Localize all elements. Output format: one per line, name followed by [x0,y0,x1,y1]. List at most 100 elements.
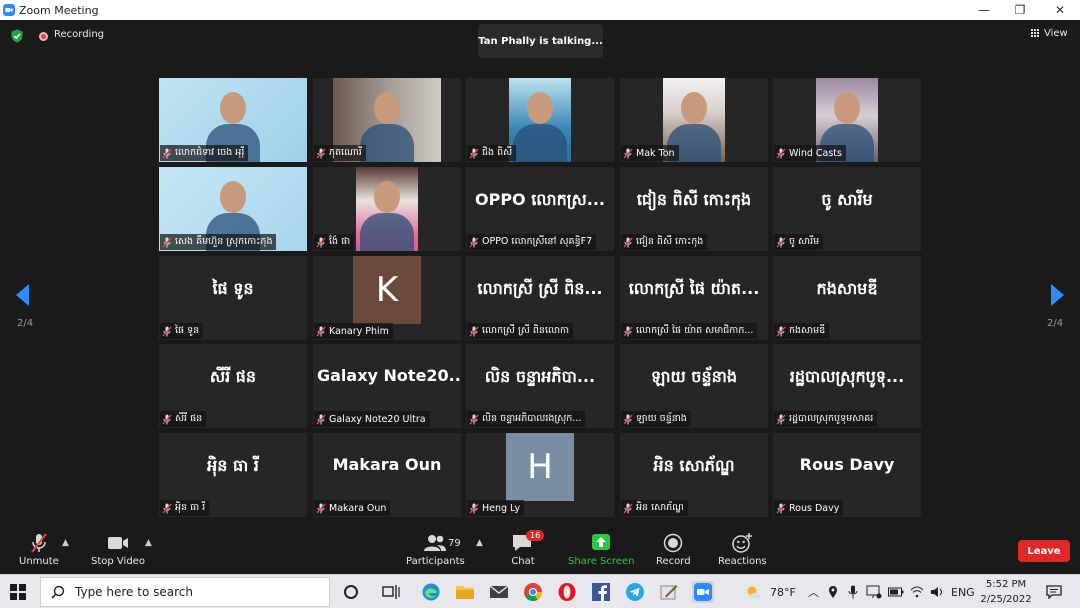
participant-tile[interactable]: Wind Casts [773,78,921,162]
participant-tile[interactable]: Rous Davy Rous Davy [773,433,921,517]
participant-tile[interactable]: ភុតណេារី [313,78,461,162]
zoom-app-icon[interactable] [692,581,714,603]
windows-start-icon[interactable] [10,584,26,600]
edge-browser-icon[interactable] [420,581,442,603]
participant-name-tag: ចូ សារីម [774,234,824,250]
telegram-icon[interactable] [624,581,646,603]
participants-options-chevron-icon[interactable]: ▲ [476,538,483,548]
facebook-icon[interactable] [590,581,612,603]
restore-button[interactable]: ❐ [1000,0,1040,20]
participant-tile[interactable]: Mak Ton [620,78,768,162]
opera-icon[interactable] [556,581,578,603]
participant-name-label: រដ្ឋបាលស្រុកបូទុមសាគរ [789,413,874,424]
minimize-button[interactable]: — [964,0,1004,20]
next-page-arrow-icon[interactable] [1050,284,1064,306]
participant-tile[interactable]: Galaxy Note20... Galaxy Note20 Ultra [313,344,461,428]
participant-tile[interactable]: អុិន ធា រី អុិន ធា រី [159,433,307,517]
participant-tile[interactable]: កងសាមឌី កងសាមឌី [773,256,921,340]
unmute-button[interactable]: Unmute [19,532,59,567]
share-screen-label: Share Screen [568,556,635,567]
muted-microphone-icon [316,326,326,336]
title-bar: Zoom Meeting — ❐ ✕ [0,0,1080,20]
show-hidden-icons-chevron-icon[interactable]: ︿ [808,575,819,608]
participant-name-tag: សីរី ផន [160,411,207,427]
volume-icon[interactable] [930,575,944,608]
participant-display-name: ជៀន ពិសី កោះកុង [636,190,752,209]
participant-display-name: អុិន ធា រី [207,456,259,475]
muted-microphone-icon [162,503,172,513]
participant-name-tag: អិន សោភ័ណ្ឌ [621,500,688,516]
participant-tile[interactable]: សីរី ផន សីរី ផន [159,344,307,428]
meeting-toolbar: Unmute ▲ Stop Video ▲ Participants 79 ▲ [0,528,1080,574]
muted-microphone-icon [623,326,633,336]
view-button[interactable]: View [1031,28,1068,39]
wifi-icon[interactable] [910,575,924,608]
paint-brush-app-icon[interactable] [658,581,680,603]
participants-count: 79 [448,538,461,549]
participant-tile[interactable]: H Heng Ly [466,433,614,517]
participant-tile[interactable]: លិន ចន្ទាអភិបា... លិន ចន្ទាអភិបាលរងស្រុក.… [466,344,614,428]
participant-tile[interactable]: សេង គឹមហ៊ួន ស្រុកកោះកុង [159,167,307,251]
participant-avatar: H [506,433,574,501]
leave-button[interactable]: Leave [1018,540,1070,562]
chrome-icon[interactable] [522,581,544,603]
participant-tile[interactable]: អិន សោភ័ណ្ឌ អិន សោភ័ណ្ឌ [620,433,768,517]
muted-microphone-icon [776,326,786,336]
participant-tile[interactable]: Makara Oun Makara Oun [313,433,461,517]
grid-view-icon [1031,29,1040,38]
participant-tile[interactable]: រដ្ឋបាលស្រុកបូទុ... រដ្ឋបាលស្រុកបូទុមសាគរ [773,344,921,428]
participant-tile[interactable]: OPPO លោកស្រ... OPPO លោកស្រីនៅ សុគន្ធិF7 [466,167,614,251]
close-button[interactable]: ✕ [1040,0,1080,20]
participant-name-label: ផៃ ទូន [175,325,200,336]
audio-options-chevron-icon[interactable]: ▲ [62,538,69,548]
participants-label: Participants [406,556,465,567]
participant-name-tag: OPPO លោកស្រីនៅ សុគន្ធិF7 [467,234,597,250]
participant-tile[interactable]: ផៃ ទូន ផៃ ទូន [159,256,307,340]
battery-icon[interactable] [888,575,904,608]
participant-name-label: ចូ សារីម [789,236,820,247]
network-status-icon[interactable] [866,575,882,608]
participant-tile[interactable]: K Kanary Phim [313,256,461,340]
task-view-icon[interactable] [380,581,402,603]
muted-microphone-icon [469,326,479,336]
participant-tile[interactable]: ជៀន ពិសី កោះកុង ជៀន ពិសី កោះកុង [620,167,768,251]
participant-tile[interactable]: ចូ សារីម ចូ សារីម [773,167,921,251]
location-pin-icon[interactable] [828,575,838,608]
muted-microphone-icon [623,503,633,513]
input-language[interactable]: ENG [951,575,975,608]
encryption-shield-icon[interactable] [10,29,24,43]
mail-icon[interactable] [488,581,510,603]
clock-date: 2/25/2022 [980,594,1032,605]
participant-tile[interactable]: ឡាយ ចន្ទ័នាង ឡាយ ចន្ទ័នាង [620,344,768,428]
participant-name-label: ភុតណេារី [329,147,362,158]
microphone-tray-icon[interactable] [848,575,858,608]
file-explorer-icon[interactable] [454,581,476,603]
muted-microphone-icon [623,414,633,424]
view-label: View [1044,28,1068,39]
reactions-button[interactable]: Reactions [718,532,767,567]
previous-page-arrow-icon[interactable] [16,284,30,306]
participant-name-tag: កងសាមឌី [774,323,830,339]
notifications-icon[interactable] [1046,575,1062,608]
record-button[interactable]: Record [656,532,691,567]
participant-tile[interactable]: លោកស្រី ផៃ យ៉ាត... លោកស្រី ផៃ យ៉ាត សមាជិក… [620,256,768,340]
participant-face [220,181,246,213]
taskbar-clock[interactable]: 5:52 PM 2/25/2022 [974,577,1038,607]
zoom-window: Zoom Meeting — ❐ ✕ Recording Tan Phally … [0,0,1080,608]
participant-tile[interactable]: លោកស្រី ស្រី ពិន... លោកស្រី ស្រី ពិនលោកា [466,256,614,340]
taskbar-search-box[interactable]: Type here to search [40,577,330,607]
cortana-icon[interactable] [340,581,362,603]
participant-tile[interactable]: លោកជំទាវ ចេង អុរ៉ី [159,78,307,162]
video-options-chevron-icon[interactable]: ▲ [145,538,152,548]
stop-video-button[interactable]: Stop Video [91,532,145,567]
muted-microphone-icon [623,237,633,247]
participant-name-label: ជៀន ពិសី កោះកុង [636,236,704,247]
participant-name-label: Rous Davy [789,502,840,514]
participant-name-tag: Mak Ton [621,145,679,161]
weather-widget[interactable]: 78°F [744,575,796,608]
participant-tile[interactable]: ង៉ែ ផា [313,167,461,251]
participant-tile[interactable]: ជិង ពិសី [466,78,614,162]
share-screen-button[interactable]: Share Screen [568,532,634,567]
muted-microphone-icon [316,148,326,158]
recording-icon[interactable] [39,32,48,41]
